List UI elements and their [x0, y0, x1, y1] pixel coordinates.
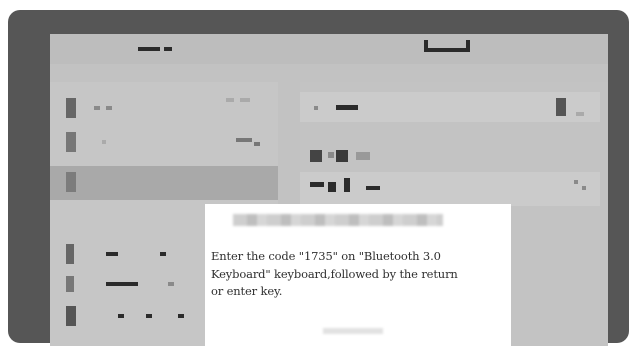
- sidebar-item-label: [94, 106, 100, 110]
- device-name: [106, 252, 118, 256]
- device-item-2[interactable]: [50, 270, 210, 304]
- row-dot: [314, 106, 318, 110]
- device-bezel: Enter the code "1735" on "Bluetooth 3.0 …: [8, 10, 629, 346]
- device-row-label: [328, 182, 336, 192]
- dialog-button[interactable]: [323, 328, 383, 334]
- back-button[interactable]: [138, 47, 160, 51]
- sidebar-item-detail: [240, 98, 250, 102]
- device-item-3[interactable]: [50, 302, 210, 336]
- sidebar-item-1[interactable]: [50, 90, 278, 124]
- dialog-message: Enter the code "1735" on "Bluetooth 3.0 …: [211, 249, 458, 298]
- sidebar-item-detail: [236, 138, 252, 142]
- pairing-code-dialog: Enter the code "1735" on "Bluetooth 3.0 …: [205, 204, 511, 346]
- device-icon: [66, 276, 74, 292]
- device-detail: [146, 314, 152, 318]
- sidebar-item-detail: [226, 98, 234, 102]
- screen: Enter the code "1735" on "Bluetooth 3.0 …: [50, 34, 608, 346]
- device-row-label: [344, 178, 350, 192]
- devices-header-label: [356, 152, 370, 160]
- back-button-chevron-icon: [164, 47, 172, 51]
- info-icon[interactable]: [574, 180, 578, 184]
- device-row-bluetooth-keyboard[interactable]: [300, 172, 600, 206]
- window-title-icon-right: [466, 40, 470, 52]
- device-icon: [66, 306, 76, 326]
- device-status: [168, 282, 174, 286]
- device-status: [160, 252, 166, 256]
- device-icon: [66, 244, 74, 264]
- top-bar: [50, 34, 608, 64]
- devices-header: [300, 146, 600, 166]
- sidebar-item-icon: [66, 172, 76, 192]
- toggle-switch[interactable]: [556, 98, 566, 116]
- sidebar-item-detail: [254, 142, 260, 146]
- info-icon[interactable]: [582, 186, 586, 190]
- dialog-title: [233, 214, 443, 226]
- device-list: [50, 230, 210, 346]
- devices-header-label: [336, 150, 348, 162]
- devices-header-icon: [310, 150, 322, 162]
- device-row-label: [310, 182, 324, 187]
- toggle-detail: [576, 112, 584, 116]
- sidebar-item-label: [102, 140, 106, 144]
- devices-header-label: [328, 152, 334, 158]
- device-status: [178, 314, 184, 318]
- device-name: [106, 282, 138, 286]
- sidebar-item-3-selected[interactable]: [50, 166, 278, 200]
- bluetooth-toggle-row[interactable]: [300, 92, 600, 122]
- sidebar-item-label: [106, 106, 112, 110]
- row-label: [336, 105, 358, 110]
- device-row-status: [366, 186, 380, 190]
- device-item-1[interactable]: [50, 240, 210, 274]
- sidebar-item-icon: [66, 132, 76, 152]
- window-title-bar: [424, 48, 470, 52]
- device-name: [118, 314, 124, 318]
- sidebar-item-icon: [66, 98, 76, 118]
- sidebar-item-2[interactable]: [50, 124, 278, 158]
